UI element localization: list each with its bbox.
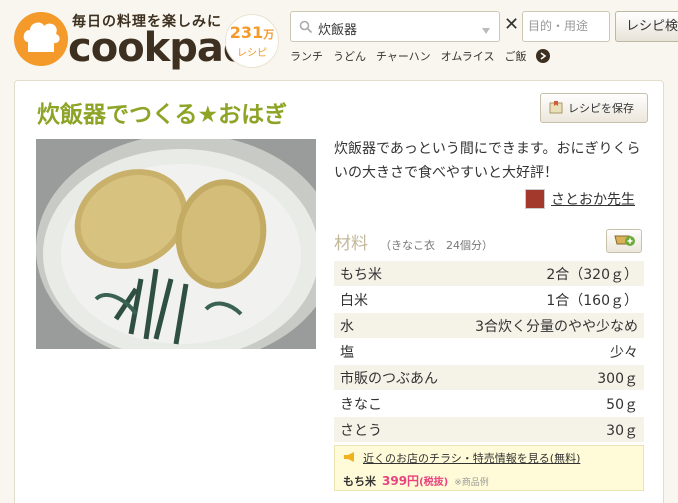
ingredient-name: さとう: [340, 422, 382, 439]
shopping-basket-icon: [613, 231, 635, 251]
chef-hat-icon: [14, 12, 68, 66]
flyer-link[interactable]: 近くのお店のチラシ・特売情報を見る(無料): [363, 450, 580, 466]
search-icon: [299, 19, 313, 38]
ingredient-name: 塩: [340, 344, 354, 361]
ingredient-qty: 2合（320ｇ）: [546, 266, 638, 283]
ingredient-qty: 30ｇ: [606, 422, 638, 439]
ingredient-row: きなこ 50ｇ: [334, 391, 644, 417]
add-to-cart-button[interactable]: [606, 229, 642, 253]
recipe-title: 炊飯器でつくる★おはぎ: [37, 102, 288, 128]
recipe-description: 炊飯器であっという間にできます。おにぎりくらいの大きさで食べやすいと大好評！: [334, 141, 641, 181]
search-input[interactable]: 炊飯器: [290, 11, 500, 42]
chevron-down-icon[interactable]: [481, 21, 491, 40]
promo-note: ※商品例: [454, 478, 489, 488]
save-icon: [549, 100, 563, 117]
ingredient-qty: 1合（160ｇ）: [546, 292, 638, 309]
recipe-card: 炊飯器でつくる★おはぎ レシピを保存 炊飯器であっという間にできます。おにぎりく…: [14, 80, 664, 503]
chevron-right-icon[interactable]: [536, 49, 551, 63]
promo-item-name: もち米: [343, 475, 376, 488]
logo-wordmark: cookpad: [68, 25, 252, 71]
quick-link[interactable]: ご飯: [504, 48, 526, 64]
ingredients-heading: 材料 （きなこ衣 24個分）: [334, 229, 493, 254]
ingredient-row: 水 3合炊く分量のやや少なめ: [334, 313, 644, 339]
author-name[interactable]: さとおか先生: [551, 189, 635, 209]
quick-link[interactable]: チャーハン: [376, 48, 431, 64]
ingredient-qty: 50ｇ: [606, 396, 638, 413]
quick-link[interactable]: オムライス: [441, 48, 495, 64]
ingredient-row: 市販のつぶあん 300ｇ: [334, 365, 644, 391]
recipe-count-badge: 231万 レシピ: [225, 14, 279, 68]
ingredient-row: 塩 少々: [334, 339, 644, 365]
megaphone-icon: [343, 451, 357, 466]
quick-links: ランチ うどん チャーハン オムライス ご飯: [290, 48, 551, 64]
ingredient-name: もち米: [340, 266, 382, 283]
author-avatar: [525, 189, 545, 209]
ingredient-qty: 3合炊く分量のやや少なめ: [475, 318, 638, 335]
quick-link[interactable]: ランチ: [290, 48, 323, 64]
quick-link[interactable]: うどん: [333, 48, 366, 64]
store-flyer-promo: 近くのお店のチラシ・特売情報を見る(無料) もち米 399円(税抜) ※商品例: [334, 445, 644, 491]
ingredient-name: 市販のつぶあん: [340, 370, 438, 387]
recipe-photo: [36, 139, 316, 349]
cookpad-logo[interactable]: 毎日の料理を楽しみに cookpad 231万 レシピ: [14, 8, 279, 71]
promo-price-note: (税抜): [419, 477, 449, 488]
save-recipe-button[interactable]: レシピを保存: [540, 93, 648, 123]
recipe-search-button[interactable]: レシピ検: [615, 11, 678, 42]
ingredient-row: さとう 30ｇ: [334, 417, 644, 443]
purpose-input[interactable]: 目的・用途: [522, 11, 610, 42]
ingredient-qty: 少々: [610, 344, 638, 361]
ingredient-name: きなこ: [340, 396, 382, 413]
promo-price: 399円: [382, 474, 420, 488]
ingredients-title: 材料: [334, 234, 368, 254]
author-link[interactable]: さとおか先生: [525, 189, 635, 209]
ingredient-name: 水: [340, 318, 354, 335]
recipe-count: 231: [229, 23, 264, 42]
ingredients-table: もち米 2合（320ｇ） 白米 1合（160ｇ） 水 3合炊く分量のやや少なめ 塩 少々…: [334, 261, 644, 443]
save-button-label: レシピを保存: [568, 102, 634, 115]
ingredient-name: 白米: [340, 292, 368, 309]
ingredients-servings: （きなこ衣 24個分）: [380, 239, 493, 252]
clear-search-icon[interactable]: ✕: [504, 14, 519, 35]
search-value: 炊飯器: [318, 23, 358, 38]
ingredient-qty: 300ｇ: [597, 370, 638, 387]
ingredient-row: もち米 2合（320ｇ）: [334, 261, 644, 287]
ingredient-row: 白米 1合（160ｇ）: [334, 287, 644, 313]
recipe-count-unit: 万: [263, 28, 275, 41]
recipe-count-label: レシピ: [237, 48, 267, 59]
